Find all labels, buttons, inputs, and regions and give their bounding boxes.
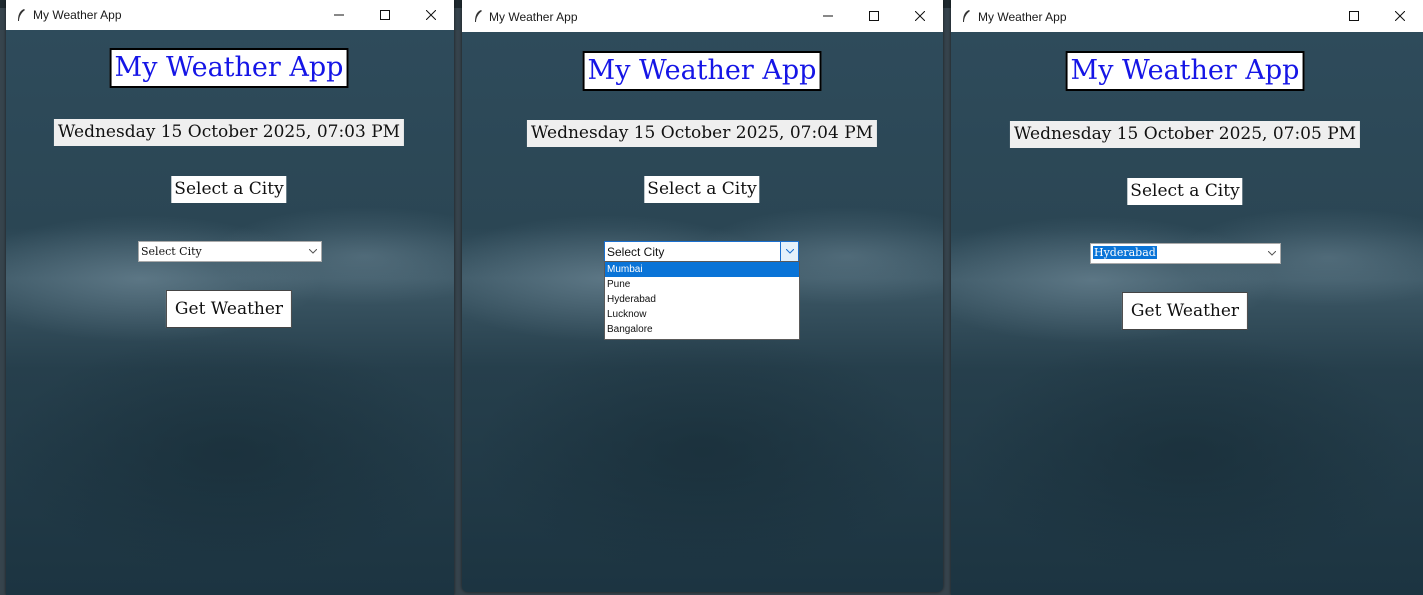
city-combobox[interactable]: Select City <box>604 241 799 262</box>
maximize-button[interactable] <box>851 0 897 32</box>
app-heading: My Weather App <box>1065 51 1305 91</box>
maximize-icon <box>869 11 879 21</box>
maximize-icon <box>380 10 390 20</box>
close-button[interactable] <box>897 0 943 32</box>
window-client: My Weather App Wednesday 15 October 2025… <box>6 30 454 595</box>
select-city-label: Select a City <box>171 176 287 203</box>
dropdown-option-mumbai[interactable]: Mumbai <box>605 262 799 277</box>
dropdown-option-bangalore[interactable]: Bangalore <box>605 322 799 337</box>
minimize-button[interactable] <box>805 0 851 32</box>
chevron-down-icon[interactable] <box>304 242 321 261</box>
window-title: My Weather App <box>978 10 1067 24</box>
feather-icon <box>18 9 25 21</box>
minimize-icon <box>334 14 344 16</box>
close-icon <box>426 10 436 20</box>
get-weather-button[interactable]: Get Weather <box>165 290 293 328</box>
app-heading: My Weather App <box>109 48 349 88</box>
city-combobox[interactable]: Select City <box>138 241 322 262</box>
city-combobox[interactable]: Hyderabad <box>1090 243 1281 264</box>
weather-window-2: My Weather App My Weather App Wednesday … <box>462 0 943 592</box>
combobox-value: Select City <box>141 245 202 258</box>
feather-icon <box>963 10 970 22</box>
weather-window-1: My Weather App My Weather App Wednesday … <box>6 0 454 595</box>
title-bar[interactable]: My Weather App <box>6 0 454 30</box>
window-client: My Weather App Wednesday 15 October 2025… <box>951 32 1423 595</box>
date-time-label: Wednesday 15 October 2025, 07:04 PM <box>526 120 878 147</box>
app-heading: My Weather App <box>582 51 822 91</box>
city-dropdown-list[interactable]: Mumbai Pune Hyderabad Lucknow Bangalore <box>604 261 800 340</box>
select-city-label: Select a City <box>644 176 760 203</box>
chevron-down-icon[interactable] <box>780 242 798 261</box>
date-time-label: Wednesday 15 October 2025, 07:05 PM <box>1009 121 1361 148</box>
window-title: My Weather App <box>33 8 122 22</box>
window-client: My Weather App Wednesday 15 October 2025… <box>462 32 943 592</box>
close-icon <box>915 11 925 21</box>
maximize-button[interactable] <box>362 0 408 30</box>
weather-window-3: My Weather App My Weather App Wednesday … <box>951 0 1423 595</box>
close-button[interactable] <box>1377 0 1423 32</box>
title-bar[interactable]: My Weather App <box>951 0 1423 32</box>
feather-icon <box>475 10 482 22</box>
title-bar[interactable]: My Weather App <box>462 0 943 32</box>
close-button[interactable] <box>408 0 454 30</box>
maximize-button[interactable] <box>1331 0 1377 32</box>
date-time-label: Wednesday 15 October 2025, 07:03 PM <box>53 119 405 146</box>
chevron-down-icon[interactable] <box>1263 244 1280 263</box>
dropdown-option-hyderabad[interactable]: Hyderabad <box>605 292 799 307</box>
dropdown-option-lucknow[interactable]: Lucknow <box>605 307 799 322</box>
dropdown-option-pune[interactable]: Pune <box>605 277 799 292</box>
minimize-button[interactable] <box>316 0 362 30</box>
combobox-value: Select City <box>607 245 665 259</box>
window-title: My Weather App <box>489 10 578 24</box>
close-icon <box>1395 11 1405 21</box>
minimize-icon <box>823 15 833 17</box>
select-city-label: Select a City <box>1127 178 1243 205</box>
maximize-icon <box>1349 11 1359 21</box>
get-weather-button[interactable]: Get Weather <box>1121 292 1249 330</box>
combobox-value: Hyderabad <box>1093 246 1157 259</box>
